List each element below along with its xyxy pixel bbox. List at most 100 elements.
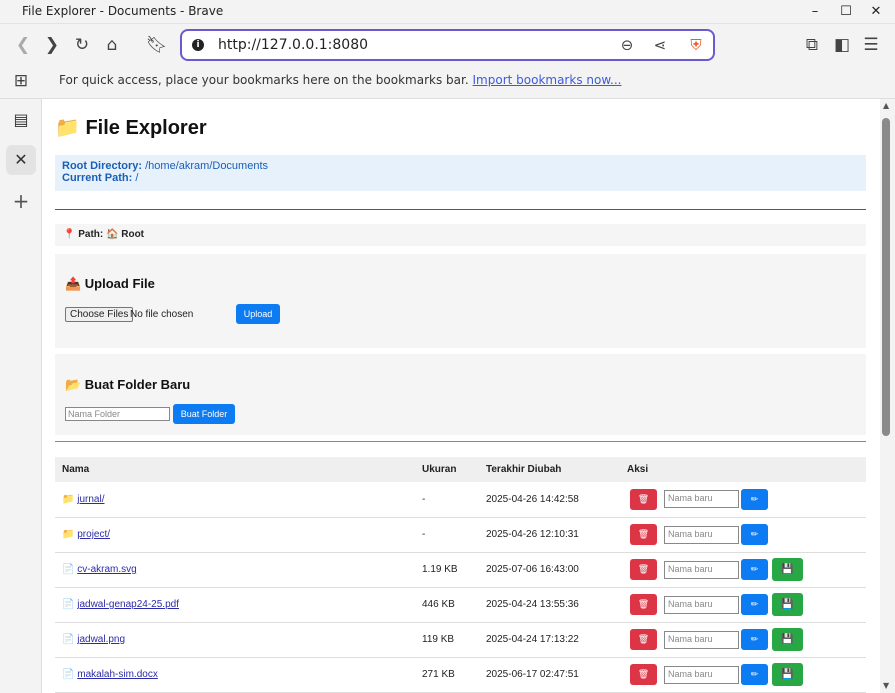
file-type-icon: 📄: [62, 634, 75, 645]
col-actions: Aksi: [620, 457, 866, 482]
name-cell: 📄 jadwal-genap24-25.pdf: [55, 587, 415, 623]
rename-input[interactable]: Nama baru: [664, 630, 739, 649]
delete-button[interactable]: 🗑: [630, 664, 657, 685]
modified-cell: 2025-04-26 14:42:58: [479, 482, 620, 518]
delete-button[interactable]: 🗑: [630, 524, 657, 545]
share-icon[interactable]: ⋖: [650, 35, 670, 55]
rename-button[interactable]: ✏: [741, 664, 768, 685]
back-icon[interactable]: ❮: [13, 35, 33, 55]
sidebar-toggle-icon[interactable]: ◧: [832, 35, 852, 55]
close-window-icon[interactable]: ✕: [866, 3, 886, 21]
close-tab-icon[interactable]: ✕: [6, 145, 36, 175]
modified-cell: 2025-04-24 13:55:36: [479, 587, 620, 623]
rename-button[interactable]: ✏: [741, 594, 768, 615]
bookmarks-message: For quick access, place your bookmarks h…: [59, 73, 622, 87]
rename-input[interactable]: Nama baru: [664, 525, 739, 544]
modified-cell: 2025-07-06 16:43:00: [479, 552, 620, 588]
bookmarks-message-text: For quick access, place your bookmarks h…: [59, 73, 469, 87]
bookmarks-bar: ⊞ For quick access, place your bookmarks…: [0, 66, 895, 99]
table-header-row: Nama Ukuran Terakhir Diubah Aksi: [55, 457, 866, 482]
actions-cell: 🗑 Nama baru ✏: [620, 517, 866, 553]
minimize-icon[interactable]: –: [805, 3, 825, 21]
reload-icon[interactable]: ↻: [72, 35, 92, 55]
download-button[interactable]: 💾: [772, 593, 803, 616]
delete-button[interactable]: 🗑: [630, 594, 657, 615]
delete-button[interactable]: 🗑: [630, 488, 657, 510]
download-button[interactable]: 💾: [772, 628, 803, 651]
divider: [55, 441, 866, 442]
download-button[interactable]: 💾: [772, 663, 803, 686]
file-link[interactable]: makalah-sim.docx: [77, 669, 158, 680]
create-folder-heading: 📂 Buat Folder Baru: [65, 377, 191, 392]
file-type-icon: 📁: [62, 529, 75, 540]
scrollbar-thumb[interactable]: [882, 118, 890, 436]
url-text[interactable]: http://127.0.0.1:8080: [218, 37, 368, 53]
web-page: 📁 File Explorer Root Directory: /home/ak…: [43, 99, 880, 693]
rename-button[interactable]: ✏: [741, 488, 768, 510]
new-tab-icon[interactable]: +: [8, 188, 34, 214]
sidebar-panel-icon[interactable]: ▤: [8, 107, 34, 133]
browser-sidebar: ▤ ✕ +: [0, 99, 42, 693]
name-cell: 📄 makalah-sim.docx: [55, 657, 415, 693]
info-icon[interactable]: i: [192, 39, 204, 51]
delete-button[interactable]: 🗑: [630, 559, 657, 580]
actions-cell: 🗑 Nama baru ✏ 💾: [620, 657, 866, 693]
home-icon[interactable]: ⌂: [102, 35, 122, 55]
file-link[interactable]: jadwal.png: [77, 634, 125, 645]
root-value: /home/akram/Documents: [145, 160, 269, 172]
choose-files-button[interactable]: Choose Files: [65, 307, 134, 322]
file-link[interactable]: jadwal-genap24-25.pdf: [77, 599, 179, 610]
page-title-text: File Explorer: [85, 117, 207, 139]
import-bookmarks-link[interactable]: Import bookmarks now...: [473, 73, 622, 87]
rename-button[interactable]: ✏: [741, 524, 768, 545]
rename-input[interactable]: Nama baru: [664, 665, 739, 684]
extensions-icon[interactable]: ⧉: [802, 35, 822, 55]
file-link[interactable]: project/: [77, 529, 110, 540]
modified-cell: 2025-04-26 12:10:31: [479, 517, 620, 553]
size-cell: -: [415, 482, 479, 518]
window-titlebar: File Explorer - Documents - Brave – ☐ ✕: [0, 0, 895, 24]
directory-info: Root Directory: /home/akram/Documents Cu…: [55, 155, 866, 191]
menu-icon[interactable]: ☰: [861, 35, 881, 55]
divider: [55, 209, 866, 210]
name-cell: 📁 project/: [55, 517, 415, 553]
create-folder-button[interactable]: Buat Folder: [173, 404, 235, 424]
actions-cell: 🗑 Nama baru ✏ 💾: [620, 587, 866, 623]
address-bar[interactable]: i http://127.0.0.1:8080 ⊖ ⋖ ⛨: [180, 29, 715, 61]
table-row: 📄 makalah-sim.docx 271 KB 2025-06-17 02:…: [55, 657, 866, 693]
page-title: 📁 File Explorer: [55, 115, 207, 140]
table-row: 📁 project/ - 2025-04-26 12:10:31 🗑 Nama b…: [55, 517, 866, 553]
file-link[interactable]: cv-akram.svg: [77, 564, 136, 575]
maximize-icon[interactable]: ☐: [836, 3, 856, 21]
folder-name-input[interactable]: Nama Folder: [65, 407, 170, 421]
actions-cell: 🗑 Nama baru ✏: [620, 482, 866, 518]
rename-input[interactable]: Nama baru: [664, 595, 739, 614]
file-table: Nama Ukuran Terakhir Diubah Aksi 📁 jurna…: [55, 457, 866, 693]
file-type-icon: 📄: [62, 669, 75, 680]
rename-button[interactable]: ✏: [741, 559, 768, 580]
forward-icon[interactable]: ❯: [42, 35, 62, 55]
brave-shield-icon[interactable]: ⛨: [686, 35, 706, 55]
bookmark-icon[interactable]: 🔖︎: [146, 35, 168, 55]
file-type-icon: 📄: [62, 599, 75, 610]
rename-input[interactable]: Nama baru: [664, 560, 739, 579]
scroll-down-icon[interactable]: ▼: [883, 681, 889, 690]
file-link[interactable]: jurnal/: [77, 494, 104, 505]
upload-button[interactable]: Upload: [236, 304, 280, 324]
file-type-icon: 📁: [62, 493, 75, 505]
scroll-up-icon[interactable]: ▲: [883, 101, 889, 110]
file-type-icon: 📄: [62, 564, 75, 575]
modified-cell: 2025-04-24 17:13:22: [479, 622, 620, 658]
apps-grid-icon[interactable]: ⊞: [11, 71, 31, 91]
rename-button[interactable]: ✏: [741, 629, 768, 650]
rename-input[interactable]: Nama baru: [664, 490, 739, 509]
col-modified: Terakhir Diubah: [479, 457, 620, 482]
download-button[interactable]: 💾: [772, 558, 803, 581]
delete-button[interactable]: 🗑: [630, 629, 657, 650]
actions-cell: 🗑 Nama baru ✏ 💾: [620, 622, 866, 658]
modified-cell: 2025-06-17 02:47:51: [479, 657, 620, 693]
current-path-value: /: [135, 172, 139, 184]
table-row: 📄 jadwal.png 119 KB 2025-04-24 17:13:22 …: [55, 622, 866, 658]
zoom-out-icon[interactable]: ⊖: [617, 35, 637, 55]
root-label: Root Directory:: [62, 160, 143, 172]
